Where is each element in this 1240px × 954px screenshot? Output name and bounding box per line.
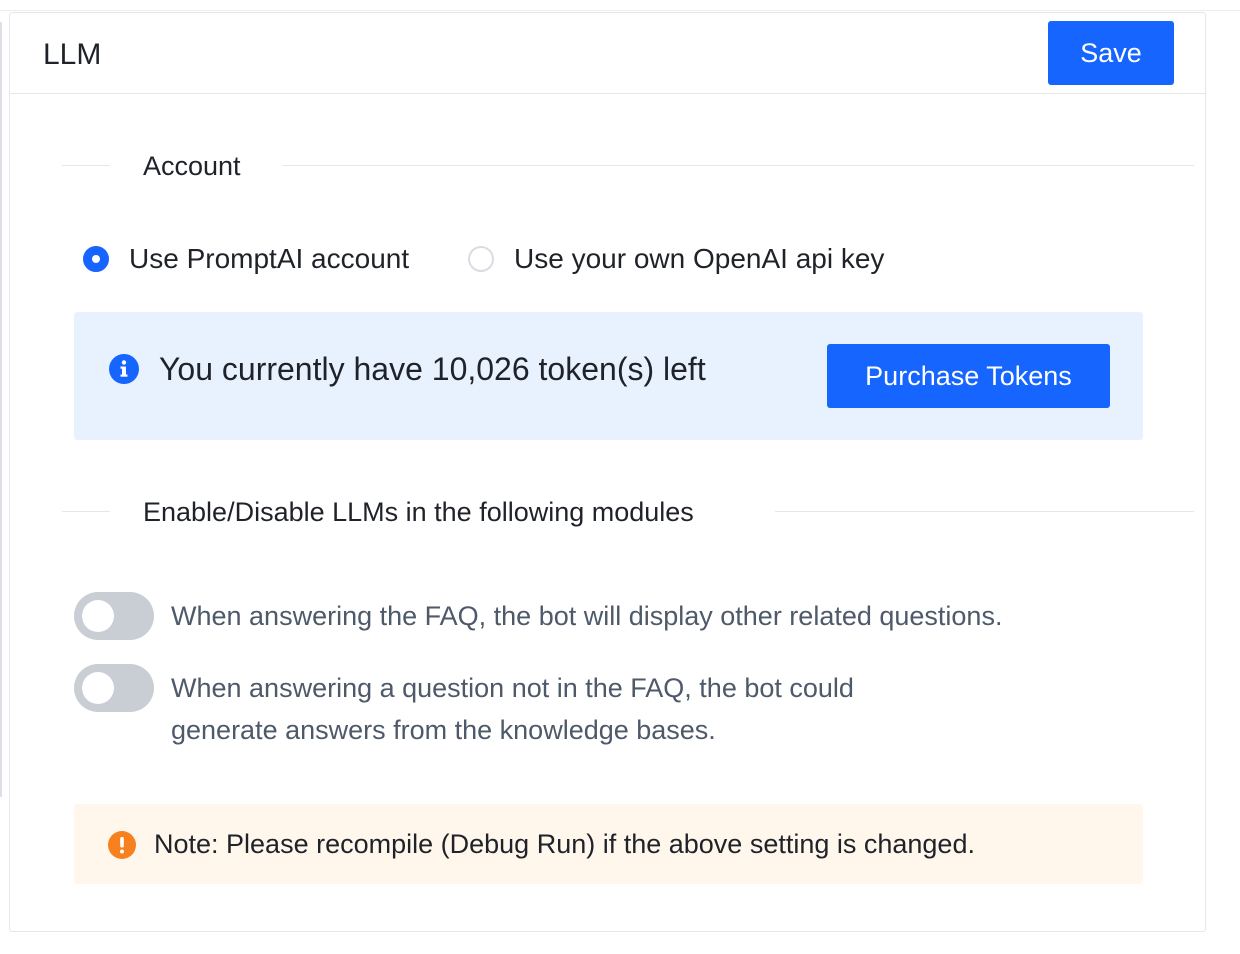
purchase-tokens-button[interactable]: Purchase Tokens bbox=[827, 344, 1110, 408]
modules-section-divider: Enable/Disable LLMs in the following mod… bbox=[62, 497, 1194, 527]
panel-title: LLM bbox=[43, 38, 102, 71]
llm-settings-panel: LLM Save Account Use PromptAI account Us… bbox=[9, 12, 1206, 932]
account-section-heading: Account bbox=[143, 151, 241, 181]
recompile-note-text: Note: Please recompile (Debug Run) if th… bbox=[154, 829, 975, 859]
radio-label: Use your own OpenAI api key bbox=[514, 243, 885, 274]
radio-unchecked-indicator bbox=[468, 246, 494, 272]
related-questions-switch[interactable] bbox=[74, 592, 154, 640]
knowledge-base-answers-label: When answering a question not in the FAQ… bbox=[171, 673, 854, 745]
knowledge-base-answers-switch[interactable] bbox=[74, 664, 154, 712]
exclamation-circle-icon bbox=[108, 831, 136, 859]
left-border bbox=[0, 22, 2, 797]
radio-label: Use PromptAI account bbox=[129, 243, 410, 274]
switch-knob bbox=[82, 672, 114, 704]
token-balance-text: You currently have 10,026 token(s) left bbox=[159, 351, 706, 387]
radio-checked-indicator bbox=[83, 246, 109, 272]
token-info-alert: You currently have 10,026 token(s) left … bbox=[74, 312, 1143, 440]
switch-knob bbox=[82, 600, 114, 632]
top-border bbox=[0, 10, 1240, 11]
account-section-divider: Account bbox=[62, 151, 1194, 181]
panel-header: LLM Save bbox=[10, 13, 1205, 94]
modules-section-heading: Enable/Disable LLMs in the following mod… bbox=[143, 497, 694, 527]
info-circle-icon bbox=[109, 354, 139, 384]
related-questions-label: When answering the FAQ, the bot will dis… bbox=[171, 601, 1003, 631]
save-button[interactable]: Save bbox=[1048, 21, 1174, 85]
recompile-warning-alert: Note: Please recompile (Debug Run) if th… bbox=[74, 804, 1143, 884]
